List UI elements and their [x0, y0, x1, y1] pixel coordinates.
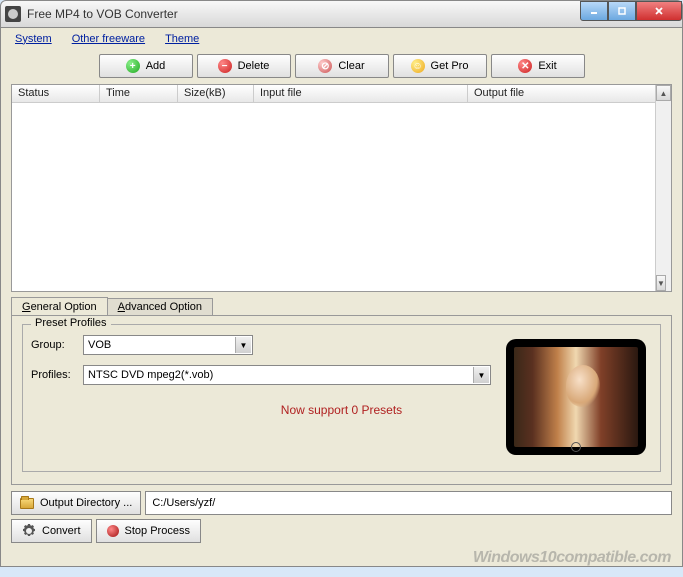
output-directory-button[interactable]: Output Directory ... [11, 491, 141, 515]
toolbar: + Add −Delete ⊘ Clear ☺ Get Pro ✕ Exit [1, 50, 682, 82]
plus-icon: + [126, 59, 140, 73]
add-label: Add [146, 60, 166, 72]
tab-advanced-label: dvanced Option [125, 301, 202, 313]
preset-profiles-fieldset: Preset Profiles Group: VOB ▼ Profiles: N… [22, 324, 661, 472]
x-icon: ✕ [518, 59, 532, 73]
chevron-down-icon: ▼ [473, 367, 489, 383]
window-body: System Other freeware Theme + Add −Delete… [0, 28, 683, 567]
col-size[interactable]: Size(kB) [178, 85, 254, 102]
menu-theme[interactable]: Theme [157, 31, 207, 47]
preview-image [514, 347, 638, 447]
output-row: Output Directory ... C:/Users/yzf/ [11, 491, 672, 515]
exit-label: Exit [538, 60, 556, 72]
col-output-file[interactable]: Output file [468, 85, 671, 102]
convert-label: Convert [42, 525, 81, 537]
scroll-down-button[interactable]: ▼ [656, 275, 666, 291]
output-directory-label: Output Directory ... [40, 497, 132, 509]
getpro-button[interactable]: ☺ Get Pro [393, 54, 487, 78]
menu-system[interactable]: System [7, 31, 60, 47]
output-path-input[interactable]: C:/Users/yzf/ [145, 491, 672, 515]
action-row: Convert Stop Process [11, 519, 672, 543]
group-combobox[interactable]: VOB ▼ [83, 335, 253, 355]
stop-process-button[interactable]: Stop Process [96, 519, 201, 543]
menu-bar: System Other freeware Theme [1, 28, 682, 50]
stop-label: Stop Process [125, 525, 190, 537]
minimize-button[interactable] [580, 1, 608, 21]
clear-button[interactable]: ⊘ Clear [295, 54, 389, 78]
col-time[interactable]: Time [100, 85, 178, 102]
preview-device [506, 339, 646, 455]
profiles-combobox[interactable]: NTSC DVD mpeg2(*.vob) ▼ [83, 365, 491, 385]
convert-button[interactable]: Convert [11, 519, 92, 543]
clear-icon: ⊘ [318, 59, 332, 73]
menu-other-freeware[interactable]: Other freeware [64, 31, 153, 47]
title-bar: Free MP4 to VOB Converter [0, 0, 683, 28]
gear-icon [22, 524, 36, 538]
app-icon [5, 6, 21, 22]
tab-general-option[interactable]: General Option [11, 297, 108, 316]
col-input-file[interactable]: Input file [254, 85, 468, 102]
scrollbar[interactable]: ▲ ▼ [655, 85, 671, 291]
file-list: Status Time Size(kB) Input file Output f… [11, 84, 672, 292]
home-button-icon [571, 442, 581, 452]
smiley-icon: ☺ [411, 59, 425, 73]
delete-button[interactable]: −Delete [197, 54, 291, 78]
fieldset-legend: Preset Profiles [31, 317, 111, 329]
scroll-up-button[interactable]: ▲ [656, 85, 671, 101]
folder-icon [20, 498, 34, 509]
watermark: Windows10compatible.com [473, 549, 671, 567]
window-controls [580, 1, 682, 21]
scroll-track[interactable] [656, 101, 671, 275]
exit-button[interactable]: ✕ Exit [491, 54, 585, 78]
chevron-down-icon: ▼ [235, 337, 251, 353]
profiles-value: NTSC DVD mpeg2(*.vob) [88, 369, 213, 381]
stop-icon [107, 525, 119, 537]
getpro-label: Get Pro [431, 60, 469, 72]
window-title: Free MP4 to VOB Converter [27, 7, 178, 21]
list-header: Status Time Size(kB) Input file Output f… [12, 85, 671, 103]
tab-row: General Option Advanced Option [11, 296, 672, 315]
minus-icon: − [218, 59, 232, 73]
tab-general-label: eneral Option [31, 301, 97, 313]
maximize-button[interactable] [608, 1, 636, 21]
output-path-value: C:/Users/yzf/ [152, 497, 215, 509]
close-button[interactable] [636, 1, 682, 21]
group-label: Group: [31, 339, 83, 351]
add-button[interactable]: + Add [99, 54, 193, 78]
col-status[interactable]: Status [12, 85, 100, 102]
profiles-label: Profiles: [31, 369, 83, 381]
clear-label: Clear [338, 60, 364, 72]
delete-label: Delete [238, 60, 270, 72]
group-value: VOB [88, 339, 111, 351]
options-panel: Preset Profiles Group: VOB ▼ Profiles: N… [11, 315, 672, 485]
